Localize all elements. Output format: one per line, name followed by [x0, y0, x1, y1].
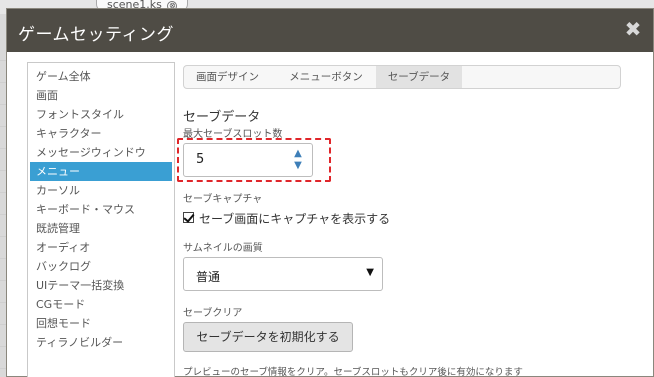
sidebar-item-font-style[interactable]: フォントスタイル: [28, 105, 174, 124]
sidebar-item-character[interactable]: キャラクター: [28, 124, 174, 143]
thumbnail-quality-value: 普通: [196, 270, 221, 284]
save-clear-heading: セーブクリア: [183, 308, 243, 319]
thumbnail-quality-label: サムネイルの画質: [183, 243, 263, 254]
save-data-heading: セーブデータ: [183, 110, 261, 125]
sidebar-item-menu[interactable]: メニュー: [30, 162, 172, 181]
tab-bar: 画面デザイン メニューボタン セーブデータ: [183, 65, 621, 89]
chevron-down-icon[interactable]: ▼: [366, 267, 374, 278]
dialog-title: ゲームセッティング: [18, 25, 174, 45]
capture-checkbox[interactable]: [183, 212, 194, 223]
dialog-titlebar: ゲームセッティング ✖: [7, 9, 653, 52]
settings-sidebar: ゲーム全体 画面 フォントスタイル キャラクター メッセージウィンドウ メニュー…: [27, 62, 175, 377]
sidebar-item-tyrano-builder[interactable]: ティラノビルダー: [28, 333, 174, 352]
close-icon[interactable]: ✖: [623, 19, 643, 39]
sidebar-item-keyboard-mouse[interactable]: キーボード・マウス: [28, 200, 174, 219]
sidebar-item-cg-mode[interactable]: CGモード: [28, 295, 174, 314]
capture-checkbox-label[interactable]: セーブ画面にキャプチャを表示する: [199, 210, 390, 227]
settings-content: 画面デザイン メニューボタン セーブデータ セーブデータ 最大セーブスロット数 …: [177, 62, 623, 377]
sidebar-item-read-management[interactable]: 既読管理: [28, 219, 174, 238]
sidebar-item-message-window[interactable]: メッセージウィンドウ: [28, 143, 174, 162]
max-slots-value[interactable]: 5: [196, 152, 204, 167]
tab-screen-design[interactable]: 画面デザイン: [184, 66, 271, 88]
increment-arrow-icon[interactable]: ▲: [292, 148, 304, 160]
sidebar-item-cursor[interactable]: カーソル: [28, 181, 174, 200]
decrement-arrow-icon[interactable]: ▼: [292, 160, 304, 172]
save-clear-help-text: プレビューのセーブ情報をクリア。セーブスロットもクリア後に有効になります: [183, 367, 523, 377]
reset-save-data-button[interactable]: セーブデータを初期化する: [183, 322, 353, 352]
sidebar-item-audio[interactable]: オーディオ: [28, 238, 174, 257]
sidebar-item-game[interactable]: ゲーム全体: [28, 67, 174, 86]
tab-menu-button[interactable]: メニューボタン: [276, 66, 376, 88]
sidebar-item-ui-theme[interactable]: UIテーマ一括変換: [28, 276, 174, 295]
max-slots-stepper[interactable]: 5 ▲ ▼: [183, 143, 313, 177]
game-settings-dialog: ゲームセッティング ✖ ゲーム全体 画面 フォントスタイル キャラクター メッセ…: [6, 8, 654, 377]
thumbnail-quality-select[interactable]: 普通 ▼: [183, 257, 383, 291]
sidebar-item-recollection-mode[interactable]: 回想モード: [28, 314, 174, 333]
tab-save-data[interactable]: セーブデータ: [376, 66, 462, 88]
sidebar-item-backlog[interactable]: バックログ: [28, 257, 174, 276]
save-capture-heading: セーブキャプチャ: [183, 194, 263, 205]
sidebar-item-screen[interactable]: 画面: [28, 86, 174, 105]
